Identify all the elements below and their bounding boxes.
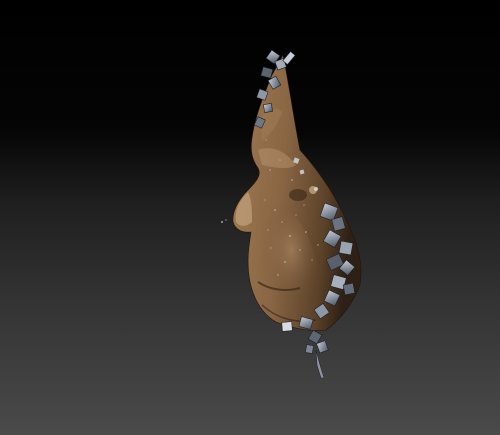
nose-ridge (235, 192, 252, 226)
3d-viewport[interactable] (0, 0, 500, 435)
model-render[interactable] (0, 0, 500, 435)
